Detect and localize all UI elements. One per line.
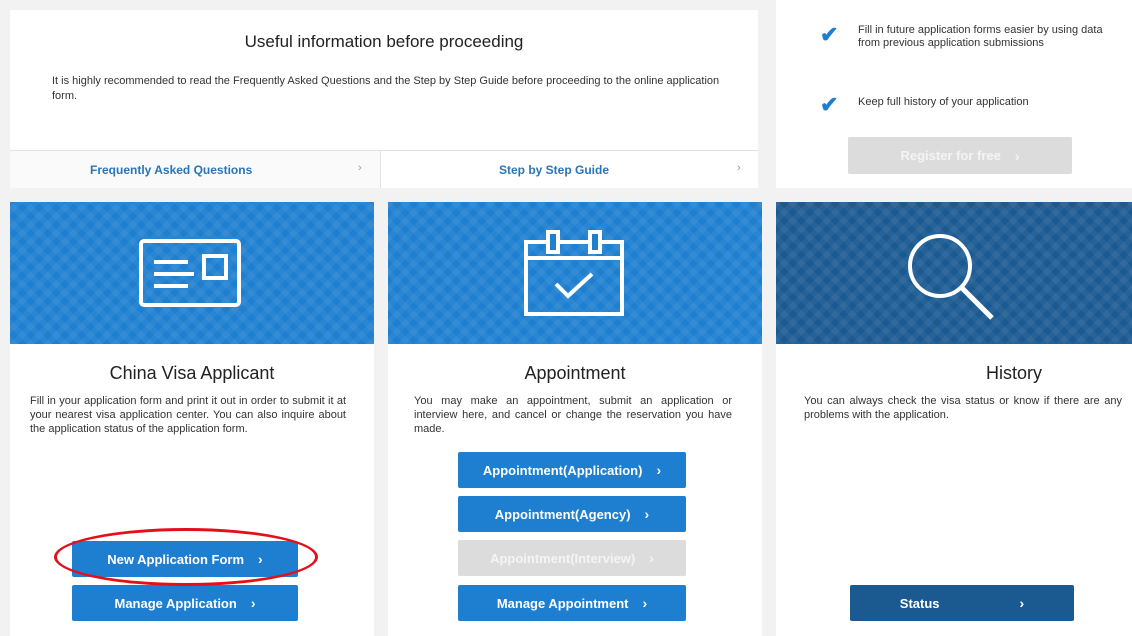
faq-link-label: Frequently Asked Questions [90, 163, 253, 177]
appointment-application-button[interactable]: Appointment(Application) › [458, 452, 686, 488]
appointment-agency-label: Appointment(Agency) [494, 506, 631, 522]
chevron-right-icon: › [642, 595, 648, 611]
appointment-interview-label: Appointment(Interview) [490, 550, 636, 566]
appointment-agency-button[interactable]: Appointment(Agency) › [458, 496, 686, 532]
history-banner [776, 202, 1132, 344]
checkmark-icon: ✔ [820, 92, 839, 117]
info-title: Useful information before proceeding [244, 32, 524, 51]
checkmark-icon: ✔ [820, 22, 839, 47]
info-text: It is highly recommended to read the Fre… [52, 75, 720, 102]
appointment-card: Appointment You may make an appointment,… [388, 202, 762, 636]
applicant-banner [10, 202, 374, 344]
history-description: You can always check the visa status or … [804, 395, 1122, 421]
faq-link[interactable]: Frequently Asked Questions › [10, 151, 380, 188]
calendar-check-icon [524, 230, 624, 316]
chevron-right-icon: › [656, 462, 662, 478]
chevron-right-icon: › [1014, 147, 1020, 164]
application-form-icon [139, 239, 241, 307]
highlight-ellipse [54, 528, 318, 586]
register-feature-2: Keep full history of your application [858, 96, 1029, 108]
register-button-label: Register for free [900, 148, 1001, 163]
magnifier-icon [908, 234, 994, 320]
manage-appointment-label: Manage Appointment [496, 595, 629, 611]
manage-appointment-button[interactable]: Manage Appointment › [458, 585, 686, 621]
chevron-right-icon: › [649, 550, 654, 566]
chevron-right-icon: › [644, 506, 650, 522]
guide-link[interactable]: Step by Step Guide › [381, 151, 758, 188]
appointment-banner [388, 202, 762, 344]
applicant-title: China Visa Applicant [109, 363, 275, 383]
appointment-title: Appointment [524, 363, 626, 383]
history-card: History You can always check the visa st… [776, 202, 1132, 636]
info-card: Useful information before proceeding It … [10, 10, 758, 188]
register-button[interactable]: Register for free › [848, 137, 1072, 174]
guide-link-label: Step by Step Guide [499, 163, 610, 177]
manage-application-label: Manage Application [114, 595, 237, 611]
status-button[interactable]: Status › [850, 585, 1074, 621]
chevron-right-icon: › [737, 162, 741, 174]
register-card: ✔ Fill in future application forms easie… [776, 0, 1132, 188]
chevron-right-icon: › [1019, 595, 1025, 611]
applicant-card: China Visa Applicant Fill in your applic… [10, 202, 374, 636]
chevron-right-icon: › [250, 595, 256, 611]
chevron-right-icon: › [358, 162, 362, 174]
appointment-description: You may make an appointment, submit an a… [414, 395, 732, 435]
appointment-interview-button[interactable]: Appointment(Interview) › [458, 540, 686, 576]
manage-application-button[interactable]: Manage Application › [72, 585, 298, 621]
history-title: History [985, 363, 1042, 383]
status-label: Status [899, 595, 940, 611]
appointment-application-label: Appointment(Application) [482, 462, 643, 478]
applicant-description: Fill in your application form and print … [30, 395, 346, 435]
register-feature-1: Fill in future application forms easier … [858, 24, 1103, 49]
